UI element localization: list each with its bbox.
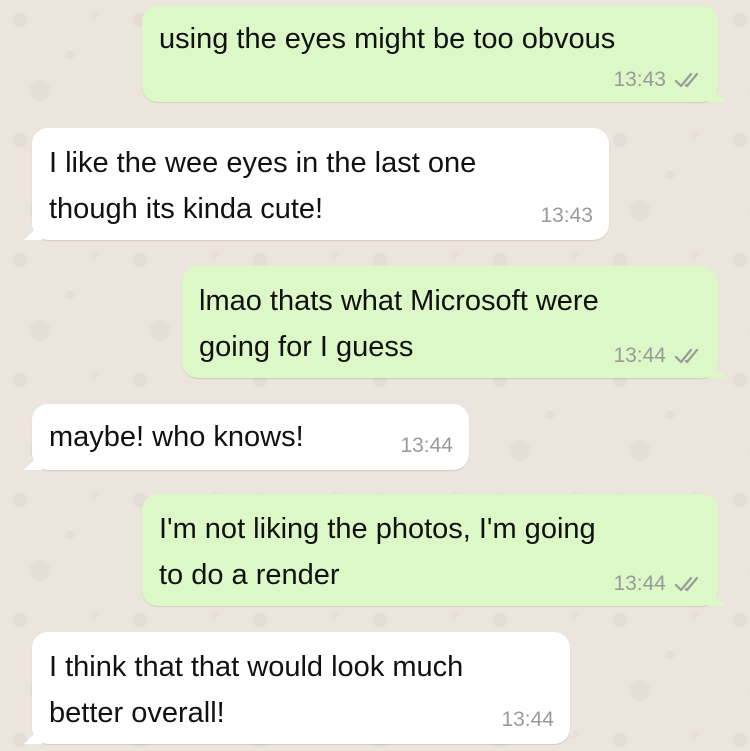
message-bubble-outgoing[interactable]: I'm not liking the photos, I'm going to … — [142, 494, 726, 606]
message-meta: 13:44 — [400, 434, 453, 458]
message-time: 13:44 — [613, 572, 666, 595]
message-line: to do a render — [159, 559, 340, 591]
message-meta: 13:43 — [613, 68, 666, 92]
bubble-tail — [24, 452, 42, 470]
bubble-tail — [708, 360, 726, 378]
bubble-tail — [708, 588, 726, 606]
double-check-icon — [674, 348, 699, 364]
message-time: 13:43 — [613, 68, 666, 91]
message-text: using the eyes might be too obvous — [159, 16, 615, 62]
message-line: I like the wee eyes in the last one — [49, 147, 477, 179]
bubble-tail — [24, 222, 42, 240]
message-text: lmao thats what Microsoft were going for… — [199, 278, 599, 370]
double-check-icon — [674, 576, 699, 592]
message-text: maybe! who knows! — [49, 414, 304, 460]
message-line: maybe! who knows! — [49, 421, 304, 453]
message-meta: 13:43 — [540, 204, 593, 228]
bubble-tail — [708, 84, 726, 102]
message-time: 13:43 — [540, 204, 593, 227]
message-meta: 13:44 — [613, 344, 666, 368]
message-line: I think that that would look much — [49, 651, 464, 683]
double-check-icon — [674, 72, 699, 88]
message-bubble-incoming[interactable]: I like the wee eyes in the last one thou… — [24, 128, 609, 240]
message-text: I think that that would look much better… — [49, 644, 463, 736]
message-line: lmao thats what Microsoft were — [199, 285, 599, 317]
message-line: I'm not liking the photos, I'm going — [159, 513, 596, 545]
message-line: going for I guess — [199, 331, 414, 363]
message-time: 13:44 — [501, 708, 554, 731]
message-text: I like the wee eyes in the last one thou… — [49, 140, 476, 232]
message-line: better overall! — [49, 697, 225, 729]
message-bubble-outgoing[interactable]: lmao thats what Microsoft were going for… — [182, 266, 726, 378]
message-bubble-incoming[interactable]: maybe! who knows! 13:44 — [24, 404, 469, 470]
message-text: I'm not liking the photos, I'm going to … — [159, 506, 596, 598]
message-line: though its kinda cute! — [49, 193, 324, 225]
message-meta: 13:44 — [613, 572, 666, 596]
message-time: 13:44 — [613, 344, 666, 367]
bubble-tail — [24, 726, 42, 744]
message-bubble-incoming[interactable]: I think that that would look much better… — [24, 632, 570, 744]
chat-area[interactable]: using the eyes might be too obvous 13:43… — [0, 0, 750, 751]
message-line: using the eyes might be too obvous — [159, 23, 616, 55]
message-meta: 13:44 — [501, 708, 554, 732]
message-bubble-outgoing[interactable]: using the eyes might be too obvous 13:43 — [142, 6, 726, 102]
message-time: 13:44 — [400, 434, 453, 457]
